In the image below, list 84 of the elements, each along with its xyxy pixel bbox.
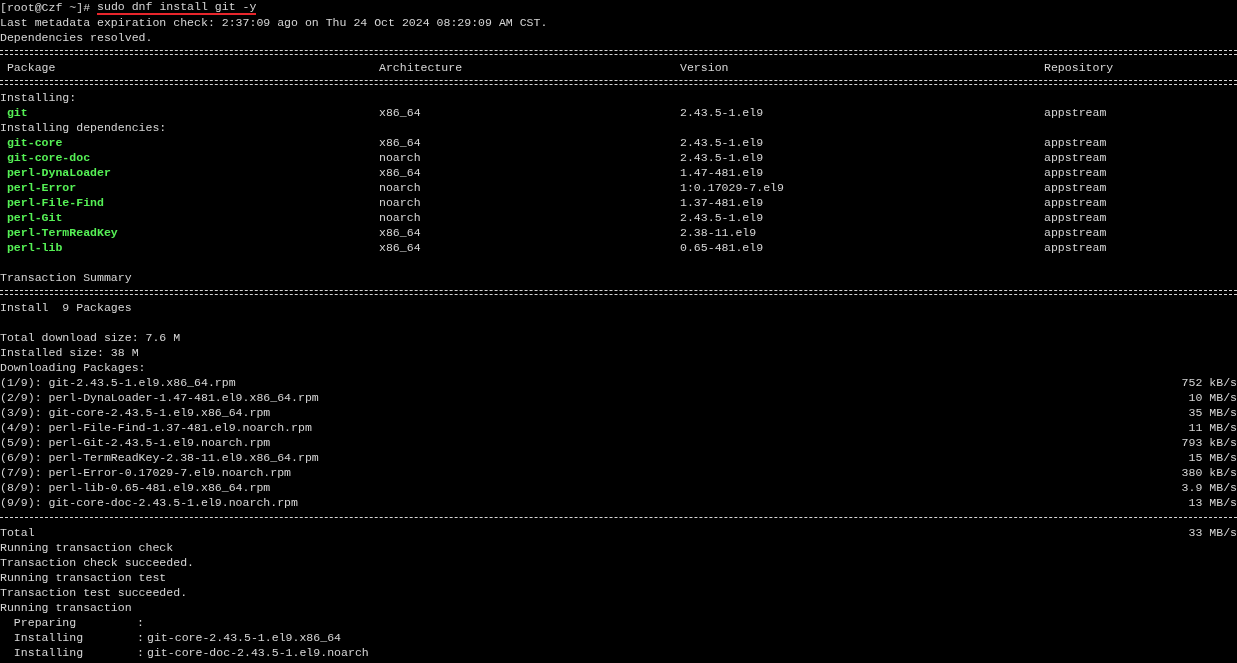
package-arch: noarch <box>379 180 421 195</box>
package-version: 1.47-481.el9 <box>680 165 764 180</box>
download-speed: 3.9 MB/s <box>1181 480 1237 495</box>
package-arch: x86_64 <box>379 165 421 180</box>
step-package: git-core-2.43.5-1.el9.x86_64 <box>147 630 343 645</box>
download-file: (4/9): perl-File-Find-1.37-481.el9.noarch.rpm <box>0 420 312 435</box>
download-file: (9/9): git-core-doc-2.43.5-1.el9.noarch.rpm <box>0 495 298 510</box>
package-repo: appstream <box>1044 180 1107 195</box>
package-version: 2.43.5-1.el9 <box>680 210 764 225</box>
package-arch: noarch <box>379 195 421 210</box>
package-version: 1.37-481.el9 <box>680 195 764 210</box>
download-file: (5/9): perl-Git-2.43.5-1.el9.noarch.rpm <box>0 435 271 450</box>
package-repo: appstream <box>1044 195 1107 210</box>
package-name: perl-Git <box>5 210 63 225</box>
package-repo: appstream <box>1044 240 1107 255</box>
download-file: (6/9): perl-TermReadKey-2.38-11.el9.x86_64.rpm <box>0 450 319 465</box>
package-version: 1:0.17029-7.el9 <box>680 180 784 195</box>
output-line: Transaction check succeeded. <box>0 555 195 570</box>
package-version: 2.38-11.el9 <box>680 225 757 240</box>
download-speed: 752 kB/s <box>1181 375 1237 390</box>
download-speed: 35 MB/s <box>1188 405 1237 420</box>
column-header: Version <box>680 60 729 75</box>
package-name: perl-TermReadKey <box>5 225 118 240</box>
download-speed: 380 kB/s <box>1181 465 1237 480</box>
column-header: Package <box>5 60 56 75</box>
step-separator: : <box>137 630 145 645</box>
output-line: Transaction test succeeded. <box>0 585 188 600</box>
total-speed: 33 MB/s <box>1188 525 1237 540</box>
total-label: Total <box>0 525 35 540</box>
command-text: sudo dnf install git -y <box>97 0 257 15</box>
step-action: Installing <box>12 645 84 660</box>
package-version: 2.43.5-1.el9 <box>680 150 764 165</box>
package-version: 2.43.5-1.el9 <box>680 135 764 150</box>
package-arch: x86_64 <box>379 105 421 120</box>
package-arch: x86_64 <box>379 225 421 240</box>
download-speed: 793 kB/s <box>1181 435 1237 450</box>
package-repo: appstream <box>1044 135 1107 150</box>
download-speed: 11 MB/s <box>1188 420 1237 435</box>
package-name: git-core <box>5 135 63 150</box>
package-arch: x86_64 <box>379 240 421 255</box>
package-arch: noarch <box>379 210 421 225</box>
package-arch: noarch <box>379 150 421 165</box>
download-speed: 15 MB/s <box>1188 450 1237 465</box>
shell-prompt: [root@Czf ~]# <box>0 0 91 15</box>
package-repo: appstream <box>1044 150 1107 165</box>
download-file: (2/9): perl-DynaLoader-1.47-481.el9.x86_64.rpm <box>0 390 319 405</box>
download-file: (1/9): git-2.43.5-1.el9.x86_64.rpm <box>0 375 236 390</box>
section-heading: Installing dependencies: <box>0 120 167 135</box>
output-line: Running transaction test <box>0 570 167 585</box>
section-heading: Downloading Packages: <box>0 360 146 375</box>
output-line: Install 9 Packages <box>0 300 132 315</box>
column-header: Repository <box>1044 60 1114 75</box>
package-version: 0.65-481.el9 <box>680 240 764 255</box>
package-name: perl-File-Find <box>5 195 104 210</box>
step-separator: : <box>137 615 145 630</box>
output-line: Running transaction check <box>0 540 174 555</box>
step-separator: : <box>137 645 145 660</box>
package-name: perl-lib <box>5 240 63 255</box>
output-line: Running transaction <box>0 600 132 615</box>
package-name: perl-DynaLoader <box>5 165 111 180</box>
step-package: git-core-doc-2.43.5-1.el9.noarch <box>147 645 370 660</box>
package-repo: appstream <box>1044 105 1107 120</box>
download-speed: 10 MB/s <box>1188 390 1237 405</box>
download-file: (3/9): git-core-2.43.5-1.el9.x86_64.rpm <box>0 405 271 420</box>
download-file: (7/9): perl-Error-0.17029-7.el9.noarch.rpm <box>0 465 292 480</box>
output-line: Last metadata expiration check: 2:37:09 ago on Thu 24 Oct 2024 08:29:09 AM CST. <box>0 15 548 30</box>
package-name: git <box>5 105 28 120</box>
package-version: 2.43.5-1.el9 <box>680 105 764 120</box>
section-heading: Transaction Summary <box>0 270 132 285</box>
step-action: Installing <box>12 630 84 645</box>
package-repo: appstream <box>1044 210 1107 225</box>
package-name: perl-Error <box>5 180 77 195</box>
output-line: Total download size: 7.6 M <box>0 330 181 345</box>
download-file: (8/9): perl-lib-0.65-481.el9.x86_64.rpm <box>0 480 271 495</box>
package-arch: x86_64 <box>379 135 421 150</box>
package-repo: appstream <box>1044 225 1107 240</box>
output-line: Dependencies resolved. <box>0 30 153 45</box>
package-name: git-core-doc <box>5 150 91 165</box>
step-action: Preparing <box>12 615 77 630</box>
package-repo: appstream <box>1044 165 1107 180</box>
download-speed: 13 MB/s <box>1188 495 1237 510</box>
output-line: Installed size: 38 M <box>0 345 139 360</box>
section-heading: Installing: <box>0 90 77 105</box>
column-header: Architecture <box>379 60 463 75</box>
